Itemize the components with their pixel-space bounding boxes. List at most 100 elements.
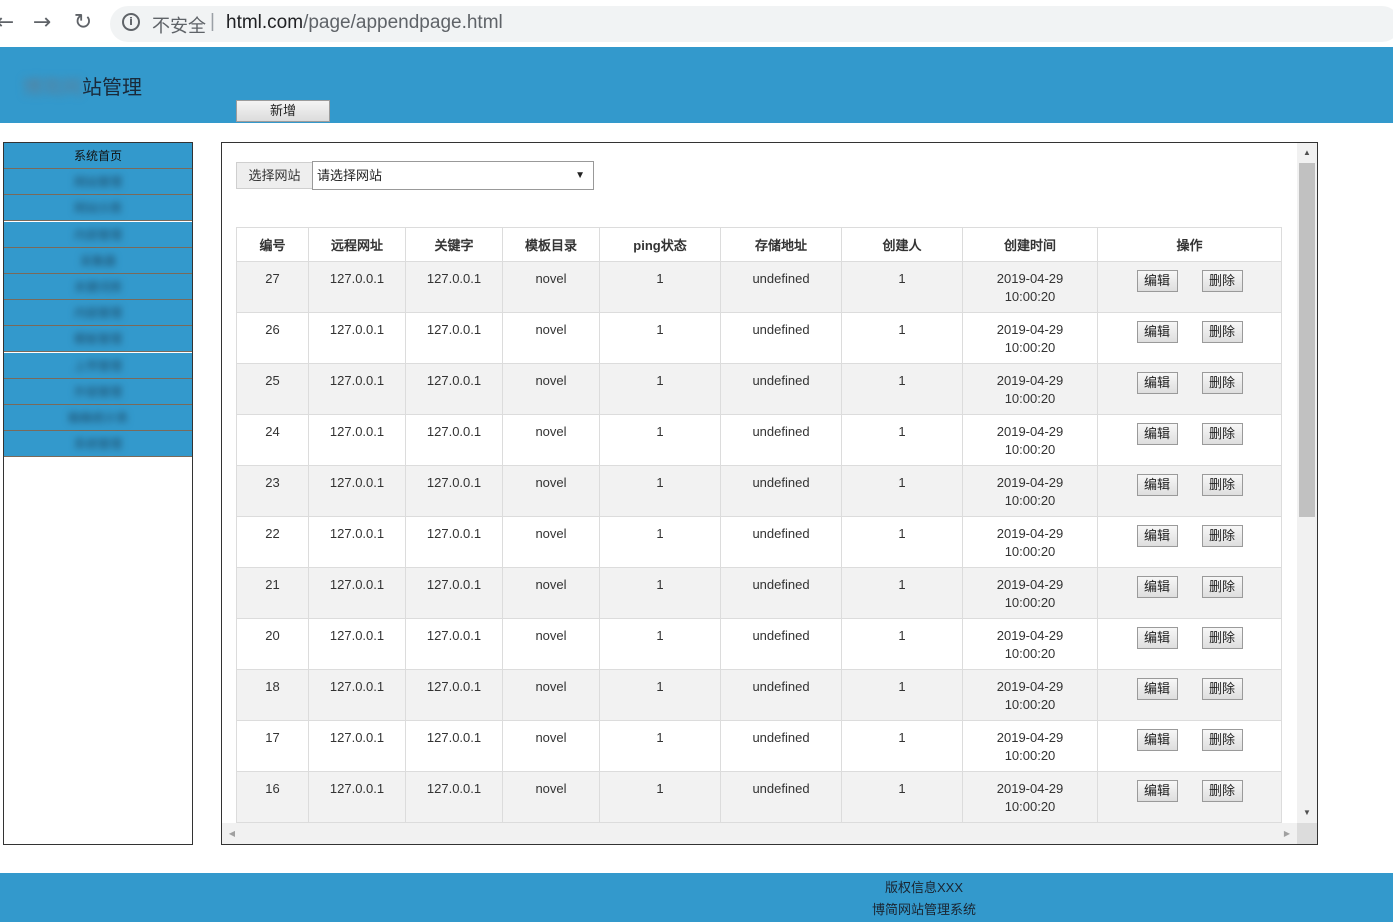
created-date: 2019-04-29 bbox=[996, 475, 1064, 490]
cell-url: 127.0.0.1 bbox=[308, 465, 406, 517]
edit-button[interactable]: 编辑 bbox=[1136, 627, 1178, 649]
edit-button[interactable]: 编辑 bbox=[1136, 678, 1178, 700]
cell-template: novel bbox=[502, 261, 600, 313]
cell-creator: 1 bbox=[841, 567, 963, 619]
site-select[interactable]: 请选择网站 ▼ bbox=[312, 161, 594, 190]
table-row: 25 127.0.0.1 127.0.0.1 novel 1 undefined 1 2019… bbox=[236, 363, 1282, 415]
cell-ping: 1 bbox=[599, 312, 721, 364]
created-clock: 10:00:20 bbox=[1004, 442, 1056, 457]
cell-actions: 编辑 删除 bbox=[1097, 363, 1282, 415]
footer-system-name: 博简网站管理系统 bbox=[871, 902, 976, 917]
cell-creator: 1 bbox=[841, 669, 963, 721]
sidebar-item-1[interactable]: 网站管理 bbox=[4, 169, 192, 196]
delete-button[interactable]: 删除 bbox=[1201, 372, 1243, 394]
sidebar-item-label: 网站分类 bbox=[73, 201, 122, 216]
edit-button[interactable]: 编辑 bbox=[1136, 423, 1178, 445]
column-header: ping状态 bbox=[599, 227, 721, 262]
cell-creator: 1 bbox=[841, 261, 963, 313]
delete-button[interactable]: 删除 bbox=[1201, 321, 1243, 343]
sidebar-item-2[interactable]: 网站分类 bbox=[4, 195, 192, 222]
cell-created-time: 2019-04-29 10:00:20 bbox=[962, 261, 1098, 313]
created-clock: 10:00:20 bbox=[1004, 697, 1056, 712]
edit-button[interactable]: 编辑 bbox=[1136, 372, 1178, 394]
sidebar-item-label: 关键词库 bbox=[73, 280, 122, 294]
delete-button[interactable]: 删除 bbox=[1201, 525, 1243, 547]
edit-button[interactable]: 编辑 bbox=[1136, 525, 1178, 547]
vertical-scroll-thumb[interactable] bbox=[1299, 163, 1315, 517]
delete-button[interactable]: 删除 bbox=[1201, 729, 1243, 751]
horizontal-scrollbar[interactable]: ◀ ▶ bbox=[222, 823, 1297, 844]
created-clock: 10:00:20 bbox=[1004, 340, 1056, 355]
edit-button[interactable]: 编辑 bbox=[1136, 729, 1178, 751]
sidebar-item-0[interactable]: 系统首页 bbox=[4, 143, 192, 169]
sidebar-item-4[interactable]: 采集器 bbox=[4, 247, 192, 274]
table-row: 22 127.0.0.1 127.0.0.1 novel 1 undefined 1 2019… bbox=[236, 516, 1282, 568]
column-header: 创建时间 bbox=[962, 227, 1098, 262]
delete-button[interactable]: 删除 bbox=[1201, 678, 1243, 700]
cell-ping: 1 bbox=[599, 516, 721, 568]
cell-actions: 编辑 删除 bbox=[1097, 261, 1282, 313]
edit-button[interactable]: 编辑 bbox=[1136, 474, 1178, 496]
cell-url: 127.0.0.1 bbox=[308, 618, 406, 670]
delete-button[interactable]: 删除 bbox=[1201, 780, 1243, 802]
scroll-up-icon[interactable]: ▲ bbox=[1297, 145, 1317, 161]
delete-button[interactable]: 删除 bbox=[1201, 423, 1243, 445]
cell-keyword: 127.0.0.1 bbox=[405, 669, 503, 721]
cell-storage: undefined bbox=[720, 771, 842, 823]
scroll-right-icon[interactable]: ▶ bbox=[1279, 823, 1295, 844]
sidebar-item-10[interactable]: 蜘蛛统计表 bbox=[4, 405, 192, 431]
cell-created-time: 2019-04-29 10:00:20 bbox=[962, 414, 1098, 466]
cell-creator: 1 bbox=[841, 618, 963, 670]
reload-icon[interactable]: ↻ bbox=[70, 10, 96, 36]
column-header: 关键字 bbox=[405, 227, 503, 262]
cell-actions: 编辑 删除 bbox=[1097, 414, 1282, 466]
sidebar-item-9[interactable]: 外链管理 bbox=[4, 378, 192, 405]
cell-storage: undefined bbox=[720, 312, 842, 364]
forward-icon[interactable]: → bbox=[29, 10, 55, 36]
sidebar-item-8[interactable]: 上传管理 bbox=[4, 352, 192, 379]
cell-keyword: 127.0.0.1 bbox=[405, 414, 503, 466]
scroll-left-icon[interactable]: ◀ bbox=[224, 823, 240, 844]
cell-url: 127.0.0.1 bbox=[308, 771, 406, 823]
cell-url: 127.0.0.1 bbox=[308, 261, 406, 313]
browser-toolbar: ← → ↻ i 不安全 | html.com/page/appendpage.h… bbox=[0, 0, 1393, 47]
sidebar-item-7[interactable]: 模板管理 bbox=[4, 326, 192, 353]
sidebar-item-label: 内链管理 bbox=[73, 306, 122, 321]
table-row: 18 127.0.0.1 127.0.0.1 novel 1 undefined 1 2019… bbox=[236, 669, 1282, 721]
sidebar-item-11[interactable]: 系统管理 bbox=[4, 431, 192, 458]
cell-created-time: 2019-04-29 10:00:20 bbox=[962, 516, 1098, 568]
edit-button[interactable]: 编辑 bbox=[1136, 576, 1178, 598]
cell-creator: 1 bbox=[841, 720, 963, 772]
cell-storage: undefined bbox=[720, 720, 842, 772]
sidebar-item-label: 系统首页 bbox=[73, 149, 122, 163]
delete-button[interactable]: 删除 bbox=[1201, 474, 1243, 496]
scroll-down-icon[interactable]: ▼ bbox=[1297, 805, 1317, 821]
edit-button[interactable]: 编辑 bbox=[1136, 270, 1178, 292]
cell-id: 26 bbox=[236, 312, 309, 364]
cell-ping: 1 bbox=[599, 771, 721, 823]
cell-template: novel bbox=[502, 669, 600, 721]
sidebar-item-3[interactable]: 内容管理 bbox=[4, 221, 192, 248]
cell-creator: 1 bbox=[841, 465, 963, 517]
column-header: 编号 bbox=[236, 227, 309, 262]
edit-button[interactable]: 编辑 bbox=[1136, 321, 1178, 343]
address-url[interactable]: html.com/page/appendpage.html bbox=[226, 12, 503, 34]
table-header-row: 编号 远程网址 关键字 模板目录 ping状态 存储地址 创建人 创建时间 操作 bbox=[236, 227, 1282, 262]
cell-ping: 1 bbox=[599, 669, 721, 721]
table-row: 27 127.0.0.1 127.0.0.1 novel 1 undefined 1 2019… bbox=[236, 261, 1282, 313]
sidebar-item-6[interactable]: 内链管理 bbox=[4, 300, 192, 327]
vertical-scrollbar[interactable]: ▲ ▼ bbox=[1297, 143, 1317, 823]
back-icon[interactable]: ← bbox=[0, 10, 18, 36]
delete-button[interactable]: 删除 bbox=[1201, 270, 1243, 292]
site-select-value: 请选择网站 bbox=[317, 168, 383, 183]
delete-button[interactable]: 删除 bbox=[1201, 627, 1243, 649]
add-button[interactable]: 新增 bbox=[236, 100, 330, 122]
cell-ping: 1 bbox=[599, 363, 721, 415]
sidebar-item-5[interactable]: 关键词库 bbox=[4, 274, 192, 300]
cell-ping: 1 bbox=[599, 618, 721, 670]
info-icon[interactable]: i bbox=[122, 13, 140, 31]
edit-button[interactable]: 编辑 bbox=[1136, 780, 1178, 802]
table-row: 17 127.0.0.1 127.0.0.1 novel 1 undefined 1 2019… bbox=[236, 720, 1282, 772]
delete-button[interactable]: 删除 bbox=[1201, 576, 1243, 598]
created-date: 2019-04-29 bbox=[996, 526, 1064, 541]
